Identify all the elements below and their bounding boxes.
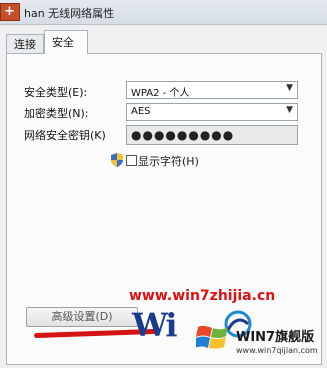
security-type-value: WPA2 - 个人: [131, 88, 190, 99]
tab-strip: 连接 安全: [6, 30, 322, 54]
tab-security[interactable]: 安全: [44, 30, 88, 54]
security-type-label: 安全类型(E):: [24, 86, 88, 99]
encryption-type-label: 加密类型(N):: [24, 107, 89, 120]
shield-icon: [111, 153, 123, 167]
show-chars-label[interactable]: 显示字符(H): [138, 153, 199, 169]
watermark-url: www.win7zhijia.cn: [129, 288, 276, 304]
app-icon: +: [0, 3, 20, 21]
advanced-settings-button[interactable]: 高级设置(D): [26, 307, 138, 327]
chevron-down-icon: ▼: [286, 83, 293, 93]
network-key-value: ●●●●●●●●●: [131, 128, 235, 142]
show-chars-checkbox[interactable]: [126, 155, 137, 166]
brand-url: www.win7qijian.com: [236, 346, 318, 355]
brand-name: WIN7旗舰版: [236, 330, 315, 345]
window-title: han 无线网络属性: [24, 7, 115, 20]
chevron-down-icon: ▼: [286, 105, 293, 115]
network-key-label: 网络安全密钥(K): [24, 129, 106, 142]
encryption-type-select[interactable]: AES ▼: [126, 103, 298, 121]
security-type-select[interactable]: WPA2 - 个人 ▼: [126, 81, 298, 99]
encryption-type-value: AES: [131, 106, 151, 117]
network-key-input[interactable]: ●●●●●●●●●: [126, 125, 298, 145]
title-bar: + han 无线网络属性: [0, 0, 327, 25]
windows-logo-icon: [196, 325, 228, 349]
watermark-logo-text: Wi: [132, 306, 178, 344]
tab-connection[interactable]: 连接: [6, 34, 44, 53]
